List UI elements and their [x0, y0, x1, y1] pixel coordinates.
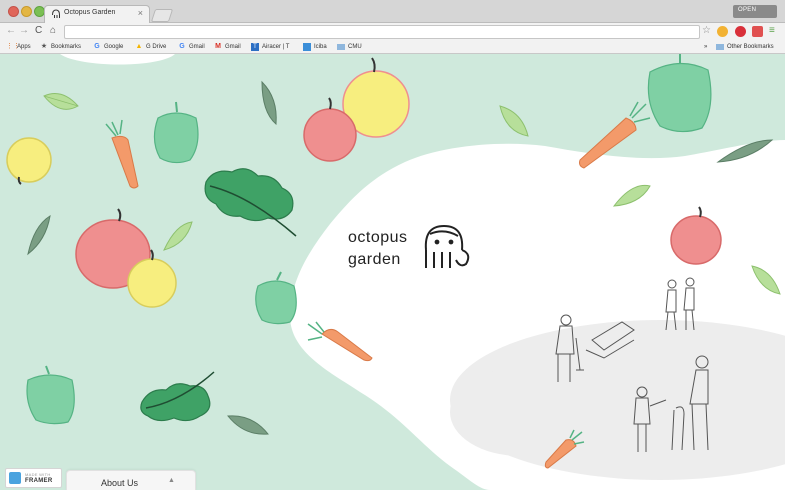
forward-arrow-icon[interactable]: → — [19, 25, 29, 37]
bookmark-iciba[interactable]: Iciba — [303, 42, 327, 51]
google-icon: G — [94, 42, 100, 50]
about-us-label: About Us — [101, 478, 139, 488]
bookmark-airacer[interactable]: T Airacer | T — [251, 42, 289, 51]
bookmark-other[interactable]: Other Bookmarks — [716, 42, 774, 51]
bookmark-gmail-1[interactable]: G Gmail — [178, 42, 204, 51]
badge-bottom-text: FRAMER — [25, 478, 53, 484]
close-window-button[interactable] — [8, 6, 19, 17]
bookmark-gmail-2[interactable]: M Gmail — [214, 42, 241, 51]
folder-icon — [716, 43, 724, 50]
title-bar: Octopus Garden × OPEN — [0, 0, 785, 23]
pinterest-icon[interactable] — [735, 26, 746, 37]
octopus-icon — [424, 224, 470, 268]
back-arrow-icon[interactable]: ← — [6, 25, 16, 37]
logo-line-1: octopus — [348, 229, 408, 246]
home-icon[interactable]: ⌂ — [50, 25, 56, 37]
google-icon: G — [179, 42, 185, 50]
bookmark-bookmarks[interactable]: ★ Bookmarks — [40, 42, 81, 51]
new-tab-button[interactable] — [150, 9, 174, 22]
profile-label: OPEN — [738, 7, 757, 13]
framer-icon — [9, 472, 21, 484]
minimize-window-button[interactable] — [21, 6, 32, 17]
profile-button[interactable]: OPEN — [733, 5, 777, 18]
bookmarks-overflow[interactable]: » — [704, 42, 707, 51]
folder-icon — [337, 43, 345, 50]
bookmark-google[interactable]: G Google — [93, 42, 123, 51]
tab-title: Octopus Garden — [64, 9, 116, 16]
tab-close-icon[interactable]: × — [138, 8, 143, 18]
made-with-framer-badge[interactable]: MADE WITH FRAMER — [5, 468, 62, 488]
bookmark-apps[interactable]: ⋮⋮ Apps — [6, 42, 31, 51]
page-viewport: octopus garden MADE WITH FRAMER About Us… — [0, 54, 785, 490]
bookmark-star-icon[interactable]: ☆ — [702, 25, 711, 37]
pocket-icon[interactable] — [752, 26, 763, 37]
browser-chrome: Octopus Garden × OPEN ← → C ⌂ ☆ ≡ ⋮⋮ App… — [0, 0, 785, 54]
browser-tab[interactable]: Octopus Garden × — [44, 5, 150, 23]
bookmark-cmu[interactable]: CMU — [337, 42, 362, 51]
page-icon — [303, 42, 311, 51]
bookmarks-bar: ⋮⋮ Apps ★ Bookmarks G Google ▲ G Drive G… — [0, 40, 785, 54]
reload-icon[interactable]: C — [35, 25, 42, 37]
star-icon: ★ — [40, 42, 48, 50]
bookmark-g-drive[interactable]: ▲ G Drive — [135, 42, 167, 51]
site-logo[interactable]: octopus garden — [340, 214, 480, 274]
octopus-favicon-icon — [52, 9, 60, 18]
about-us-tab[interactable]: About Us ▲ — [66, 470, 196, 490]
drive-icon: ▲ — [135, 42, 143, 50]
page-icon: T — [251, 42, 259, 51]
caret-up-icon: ▲ — [168, 477, 175, 484]
menu-icon[interactable]: ≡ — [769, 25, 775, 37]
address-bar[interactable] — [64, 25, 700, 39]
browser-toolbar: ← → C ⌂ ☆ ≡ — [0, 23, 785, 40]
logo-line-2: garden — [348, 251, 401, 268]
apps-grid-icon: ⋮⋮ — [6, 42, 20, 50]
badge-top-text: MADE WITH — [25, 472, 51, 477]
gmail-icon: M — [215, 42, 221, 50]
extension-icon[interactable] — [717, 26, 728, 37]
